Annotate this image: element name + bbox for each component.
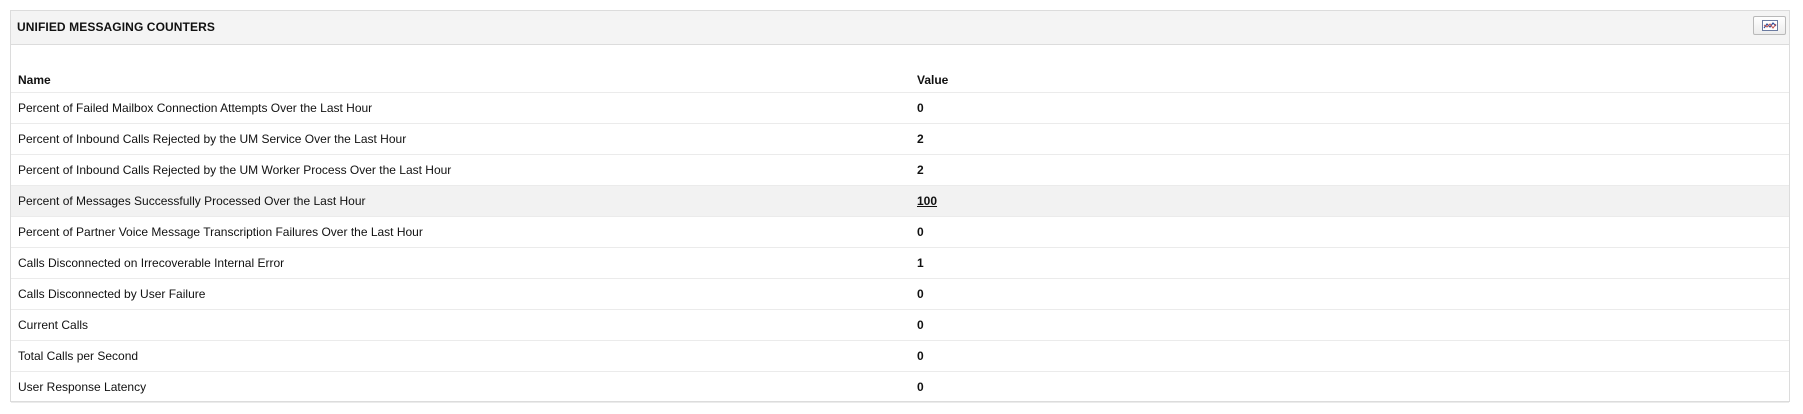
panel-title: UNIFIED MESSAGING COUNTERS — [17, 20, 215, 34]
chart-button[interactable] — [1753, 16, 1786, 35]
unified-messaging-counters-panel: UNIFIED MESSAGING COUNTERS Name Value Pe… — [10, 10, 1790, 403]
counter-name: Current Calls — [11, 309, 910, 341]
counter-name: Calls Disconnected on Irrecoverable Inte… — [11, 247, 910, 279]
table-row: Total Calls per Second 0 — [11, 340, 1789, 372]
table-row: Percent of Inbound Calls Rejected by the… — [11, 154, 1789, 186]
table-header-row: Name Value — [11, 68, 1789, 93]
column-header-value[interactable]: Value — [910, 68, 1789, 93]
table-row: Percent of Failed Mailbox Connection Att… — [11, 92, 1789, 124]
counter-name: Total Calls per Second — [11, 340, 910, 372]
counter-name: Percent of Inbound Calls Rejected by the… — [11, 123, 910, 155]
counter-name: Percent of Messages Successfully Process… — [11, 185, 910, 217]
counter-value: 2 — [910, 123, 1789, 155]
counter-value: 0 — [910, 340, 1789, 372]
table-row: Calls Disconnected by User Failure 0 — [11, 278, 1789, 310]
panel-header: UNIFIED MESSAGING COUNTERS — [11, 11, 1789, 45]
counter-value: 0 — [910, 216, 1789, 248]
table-row: Calls Disconnected on Irrecoverable Inte… — [11, 247, 1789, 279]
counter-value: 0 — [910, 371, 1789, 403]
counter-value: 0 — [910, 278, 1789, 310]
table-row-highlighted[interactable]: Percent of Messages Successfully Process… — [11, 185, 1789, 217]
table-row: User Response Latency 0 — [11, 371, 1789, 403]
counter-value: 2 — [910, 154, 1789, 186]
counter-value-link[interactable]: 100 — [917, 194, 937, 208]
table-row: Percent of Partner Voice Message Transcr… — [11, 216, 1789, 248]
counter-value: 0 — [910, 309, 1789, 341]
counter-value: 1 — [910, 247, 1789, 279]
counter-name: Calls Disconnected by User Failure — [11, 278, 910, 310]
counter-value: 0 — [910, 92, 1789, 124]
column-header-name[interactable]: Name — [11, 68, 910, 93]
counter-value: 100 — [910, 185, 1789, 217]
counter-name: User Response Latency — [11, 371, 910, 403]
counters-table: Name Value Percent of Failed Mailbox Con… — [11, 68, 1789, 403]
counter-name: Percent of Inbound Calls Rejected by the… — [11, 154, 910, 186]
table-row: Percent of Inbound Calls Rejected by the… — [11, 123, 1789, 155]
chart-icon — [1761, 20, 1778, 31]
counter-name: Percent of Partner Voice Message Transcr… — [11, 216, 910, 248]
table-row: Current Calls 0 — [11, 309, 1789, 341]
counter-name: Percent of Failed Mailbox Connection Att… — [11, 92, 910, 124]
